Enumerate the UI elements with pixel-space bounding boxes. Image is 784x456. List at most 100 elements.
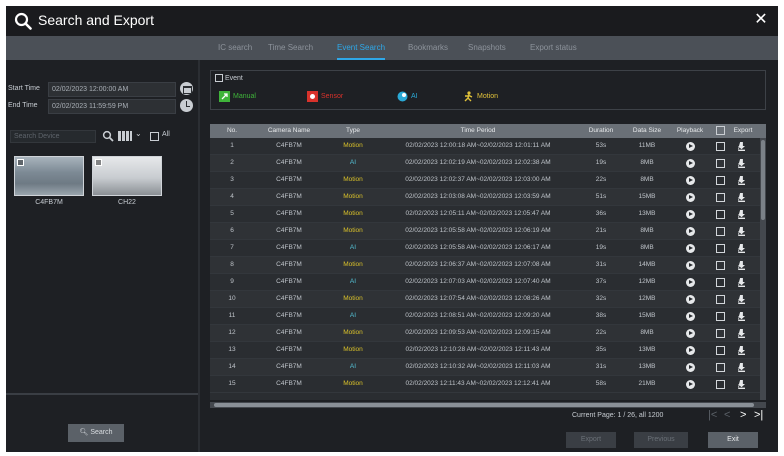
- chevron-down-icon[interactable]: ⌄: [135, 129, 142, 138]
- search-button[interactable]: 🔍︎ Search: [68, 424, 124, 442]
- divider: [6, 393, 198, 395]
- first-page-icon[interactable]: |<: [708, 409, 717, 421]
- export-icon[interactable]: [738, 193, 745, 202]
- row-checkbox[interactable]: [716, 176, 725, 185]
- row-checkbox[interactable]: [716, 261, 725, 270]
- table-row[interactable]: 3 C4FB7M Motion 02/02/2023 12:02:37 AM~02/0…: [210, 172, 760, 189]
- table-row[interactable]: 9 C4FB7M AI 02/02/2023 12:07:03 AM~02/02/20…: [210, 274, 760, 291]
- export-icon[interactable]: [738, 380, 745, 389]
- table-row[interactable]: 12 C4FB7M Motion 02/02/2023 12:09:53 AM~02/…: [210, 325, 760, 342]
- table-row[interactable]: 14 C4FB7M AI 02/02/2023 12:10:32 AM~02/02/2…: [210, 359, 760, 376]
- table-row[interactable]: 7 C4FB7M AI 02/02/2023 12:05:58 AM~02/02/20…: [210, 240, 760, 257]
- search-icon[interactable]: [102, 130, 114, 142]
- play-icon[interactable]: [686, 329, 695, 338]
- table-row[interactable]: 1 C4FB7M Motion 02/02/2023 12:00:18 AM~02/0…: [210, 138, 760, 155]
- close-icon[interactable]: ✕: [752, 11, 770, 29]
- clock-icon[interactable]: [180, 99, 193, 112]
- grid-view-icon[interactable]: [118, 131, 132, 141]
- export-all-checkbox[interactable]: [716, 126, 725, 135]
- previous-page-icon[interactable]: <: [724, 409, 730, 421]
- play-icon[interactable]: [686, 227, 695, 236]
- row-checkbox[interactable]: [716, 193, 725, 202]
- export-icon[interactable]: [738, 159, 745, 168]
- row-checkbox[interactable]: [716, 142, 725, 151]
- play-icon[interactable]: [686, 244, 695, 253]
- table-row[interactable]: 2 C4FB7M AI 02/02/2023 12:02:19 AM~02/02/20…: [210, 155, 760, 172]
- row-checkbox[interactable]: [716, 312, 725, 321]
- row-checkbox[interactable]: [716, 295, 725, 304]
- export-icon[interactable]: [738, 227, 745, 236]
- tab-bookmarks[interactable]: Bookmarks: [408, 36, 448, 60]
- scroll-thumb[interactable]: [214, 403, 754, 407]
- play-icon[interactable]: [686, 159, 695, 168]
- event-all-checkbox[interactable]: [215, 74, 223, 82]
- exit-button[interactable]: Exit: [708, 432, 758, 448]
- export-icon[interactable]: [738, 312, 745, 321]
- row-checkbox[interactable]: [716, 346, 725, 355]
- row-checkbox[interactable]: [716, 363, 725, 372]
- tab-snapshots[interactable]: Snapshots: [468, 36, 506, 60]
- export-icon[interactable]: [738, 295, 745, 304]
- device-search-input[interactable]: Search Device: [10, 130, 96, 143]
- play-icon[interactable]: [686, 142, 695, 151]
- previous-button[interactable]: Previous: [634, 432, 688, 448]
- camera-checkbox[interactable]: [17, 159, 24, 166]
- end-time-field[interactable]: 02/02/2023 11:59:59 PM: [48, 99, 176, 114]
- row-checkbox[interactable]: [716, 329, 725, 338]
- row-checkbox[interactable]: [716, 210, 725, 219]
- calendar-icon[interactable]: [180, 82, 193, 95]
- camera-thumbnail-ch22[interactable]: [92, 156, 162, 196]
- start-time-field[interactable]: 02/02/2023 12:00:00 AM: [48, 82, 176, 97]
- table-row[interactable]: 4 C4FB7M Motion 02/02/2023 12:03:08 AM~02/0…: [210, 189, 760, 206]
- export-icon[interactable]: [738, 210, 745, 219]
- scroll-thumb[interactable]: [761, 140, 765, 220]
- horizontal-scrollbar[interactable]: [210, 402, 766, 408]
- tab-event-search[interactable]: Event Search: [337, 36, 386, 60]
- export-icon[interactable]: [738, 176, 745, 185]
- play-icon[interactable]: [686, 380, 695, 389]
- tab-ic-search[interactable]: IC search: [218, 36, 252, 60]
- table-row[interactable]: 15 C4FB7M Motion 02/02/2023 12:11:43 AM~02/…: [210, 376, 760, 393]
- play-icon[interactable]: [686, 346, 695, 355]
- play-icon[interactable]: [686, 278, 695, 287]
- next-page-icon[interactable]: >: [740, 409, 746, 421]
- cell-camera-name: C4FB7M: [276, 346, 302, 353]
- row-checkbox[interactable]: [716, 380, 725, 389]
- table-row[interactable]: 10 C4FB7M Motion 02/02/2023 12:07:54 AM~02/…: [210, 291, 760, 308]
- export-button[interactable]: Export: [566, 432, 616, 448]
- play-icon[interactable]: [686, 193, 695, 202]
- play-icon[interactable]: [686, 312, 695, 321]
- play-icon[interactable]: [686, 261, 695, 270]
- export-icon[interactable]: [738, 261, 745, 270]
- export-icon[interactable]: [738, 363, 745, 372]
- export-icon[interactable]: [738, 244, 745, 253]
- cell-time-period: 02/02/2023 12:09:53 AM~02/02/2023 12:09:…: [405, 329, 551, 336]
- export-icon[interactable]: [738, 329, 745, 338]
- row-checkbox[interactable]: [716, 227, 725, 236]
- cell-no: 1: [230, 142, 234, 149]
- row-checkbox[interactable]: [716, 244, 725, 253]
- tab-time-search[interactable]: Time Search: [268, 36, 313, 60]
- select-all-checkbox[interactable]: [150, 132, 159, 141]
- export-icon[interactable]: [738, 346, 745, 355]
- play-icon[interactable]: [686, 210, 695, 219]
- vertical-scrollbar[interactable]: [760, 138, 766, 400]
- cell-time-period: 02/02/2023 12:00:18 AM~02/02/2023 12:01:…: [405, 142, 551, 149]
- last-page-icon[interactable]: >|: [754, 409, 763, 421]
- row-checkbox[interactable]: [716, 159, 725, 168]
- export-icon[interactable]: [738, 142, 745, 151]
- table-row[interactable]: 13 C4FB7M Motion 02/02/2023 12:10:28 AM~02/…: [210, 342, 760, 359]
- cell-data-size: 14MB: [638, 261, 656, 268]
- table-row[interactable]: 8 C4FB7M Motion 02/02/2023 12:06:37 AM~02/0…: [210, 257, 760, 274]
- tab-export-status[interactable]: Export status: [530, 36, 577, 60]
- play-icon[interactable]: [686, 295, 695, 304]
- table-row[interactable]: 5 C4FB7M Motion 02/02/2023 12:05:11 AM~02/0…: [210, 206, 760, 223]
- camera-checkbox[interactable]: [95, 159, 102, 166]
- row-checkbox[interactable]: [716, 278, 725, 287]
- camera-thumbnail-c4fb7m[interactable]: [14, 156, 84, 196]
- export-icon[interactable]: [738, 278, 745, 287]
- table-row[interactable]: 11 C4FB7M AI 02/02/2023 12:08:51 AM~02/02/2…: [210, 308, 760, 325]
- table-row[interactable]: 6 C4FB7M Motion 02/02/2023 12:05:58 AM~02/0…: [210, 223, 760, 240]
- play-icon[interactable]: [686, 176, 695, 185]
- play-icon[interactable]: [686, 363, 695, 372]
